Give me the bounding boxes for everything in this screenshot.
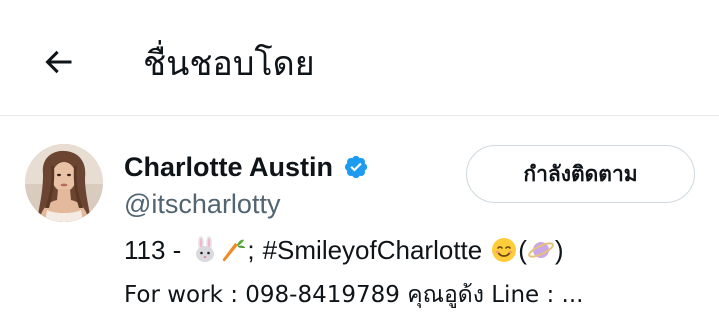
paren-close: ) [554,235,564,265]
arrow-left-icon [40,44,76,84]
page-title: ชื่นชอบโดย [143,44,315,84]
name-row: Charlotte Austin [124,149,369,185]
following-button[interactable]: กำลังติดตาม [466,145,695,203]
header: ชื่นชอบโดย [0,0,719,116]
smiling-face-emoji [490,236,518,264]
bio-line-1: 113 - ; #SmileyofCharlotte () [124,232,564,268]
paren-open: ( [518,235,527,265]
back-button[interactable] [34,40,82,88]
user-handle: @itscharlotty [124,189,281,219]
hashtag-link[interactable]: #SmileyofCharlotte [263,232,483,268]
rabbit-emoji [191,236,219,264]
avatar[interactable] [25,144,103,222]
user-cell[interactable]: Charlotte Austin @itscharlotty กำลังติดต… [0,117,719,336]
bio-contact-text: For work : 098-8419789 คุณอูด้ง Line : .… [124,282,584,308]
ringed-planet-emoji [527,236,555,264]
bio-separator: ; [247,235,255,265]
bio-line-2: For work : 098-8419789 คุณอูด้ง Line : .… [124,277,684,313]
verified-badge-icon [343,154,369,180]
bio-prefix: 113 - [124,235,182,265]
likes-page: ชื่นชอบโดย Charlotte Austin @itscharlott… [0,0,719,336]
display-name[interactable]: Charlotte Austin [124,149,333,185]
carrot-emoji [219,236,247,264]
